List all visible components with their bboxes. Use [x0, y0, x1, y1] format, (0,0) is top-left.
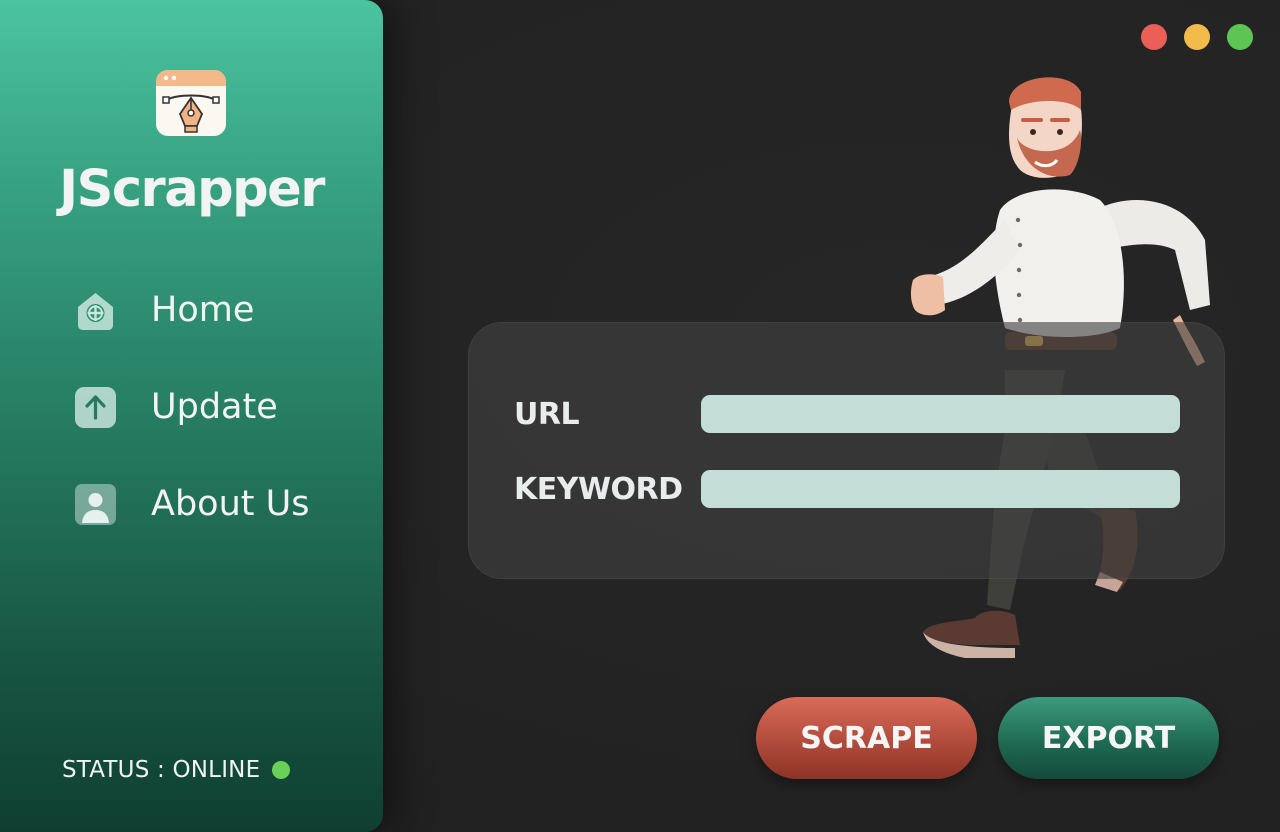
url-row: URL [514, 395, 1180, 433]
app-window: JScrapper Home Update About Us STATUS: … [0, 0, 1280, 832]
window-controls [1141, 24, 1253, 50]
sidebar-item-home-label: Home [151, 290, 255, 330]
sidebar-item-about-us[interactable]: About Us [74, 482, 309, 526]
app-logo-pen-tool-icon [156, 70, 226, 136]
minimize-window-button[interactable] [1184, 24, 1210, 50]
sidebar-item-home[interactable]: Home [74, 288, 309, 332]
url-label: URL [514, 396, 580, 432]
user-profile-icon [75, 483, 116, 525]
keyword-row: KEYWORD [514, 470, 1180, 508]
scrape-button[interactable]: SCRAPE [756, 697, 977, 779]
upload-arrow-icon [75, 386, 116, 428]
status-text: STATUS : ONLINE [62, 757, 261, 783]
sidebar-item-update[interactable]: Update [74, 385, 309, 429]
close-window-button[interactable] [1141, 24, 1167, 50]
sidebar: JScrapper Home Update About Us STATUS: … [0, 0, 383, 832]
scrape-form-card: URL KEYWORD [468, 322, 1225, 579]
app-title: JScrapper [59, 160, 325, 219]
status-online-dot [272, 761, 291, 779]
url-input[interactable] [701, 395, 1180, 433]
sidebar-item-about-us-label: About Us [151, 484, 310, 524]
keyword-input[interactable] [701, 470, 1180, 508]
status-indicator: STATUS : ONLINE [62, 757, 291, 783]
keyword-label: KEYWORD [514, 471, 683, 507]
export-button[interactable]: EXPORT [998, 697, 1219, 779]
sidebar-nav: Home Update About Us [74, 288, 309, 579]
sidebar-item-update-label: Update [151, 387, 278, 427]
home-icon [78, 292, 113, 330]
maximize-window-button[interactable] [1227, 24, 1253, 50]
